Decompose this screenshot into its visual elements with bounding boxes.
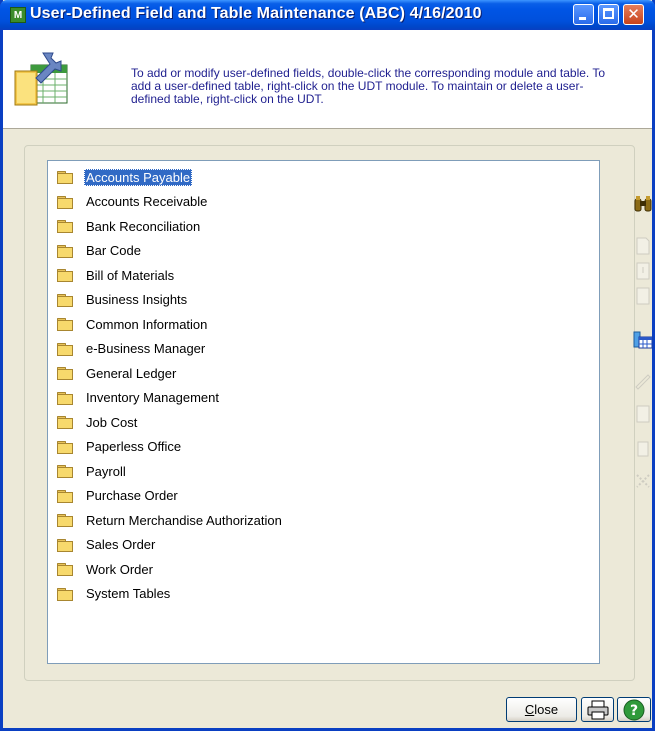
tree-item[interactable]: Return Merchandise Authorization — [57, 510, 284, 530]
tree-item-label: Job Cost — [86, 414, 138, 430]
title-bar[interactable]: M User-Defined Field and Table Maintenan… — [0, 0, 655, 30]
close-button[interactable]: Close — [506, 697, 577, 722]
module-group: Accounts Payable Accounts Receivable Bank … — [24, 145, 653, 681]
maximize-button[interactable] — [598, 4, 619, 25]
folder-icon — [57, 563, 73, 576]
folder-icon — [57, 587, 73, 601]
tree-item-label: Accounts Receivable — [86, 194, 208, 209]
tree-item-label: Bill of Materials — [86, 267, 175, 283]
print-button[interactable] — [581, 697, 614, 722]
folder-icon — [57, 514, 73, 527]
window: M User-Defined Field and Table Maintenan… — [0, 0, 655, 731]
app-icon: M — [10, 7, 26, 23]
disabled-icon — [636, 474, 650, 488]
table-icon[interactable] — [633, 330, 653, 350]
tree-item-label: Bar Code — [86, 243, 141, 258]
tree-item[interactable]: Work Order — [57, 559, 155, 579]
header-panel: To add or modify user-defined fields, do… — [3, 30, 652, 129]
blank-icon — [636, 405, 650, 423]
edit-icon — [635, 374, 651, 390]
binoculars-icon[interactable] — [633, 194, 653, 214]
tree-item[interactable]: e-Business Manager — [57, 339, 207, 359]
minimize-button[interactable] — [573, 4, 594, 25]
tree-item[interactable]: Business Insights — [57, 290, 189, 310]
tree-item[interactable]: System Tables — [57, 584, 172, 604]
tree-item-label: Payroll — [86, 463, 126, 479]
folder-icon — [57, 465, 73, 478]
udf-maintenance-icon — [14, 52, 68, 106]
folder-icon — [57, 416, 73, 429]
tree-item-label: e-Business Manager — [86, 341, 206, 356]
module-tree[interactable]: Accounts Payable Accounts Receivable Bank … — [47, 160, 600, 664]
tree-item-label: Purchase Order — [86, 488, 178, 503]
folder-icon — [57, 171, 73, 184]
tree-item-label: Work Order — [86, 561, 153, 577]
blank2-icon — [637, 441, 649, 457]
tree-item[interactable]: Paperless Office — [57, 437, 183, 457]
window-title: User-Defined Field and Table Maintenance… — [30, 5, 482, 22]
tree-item-label: Bank Reconciliation — [86, 218, 201, 234]
folder-icon — [57, 367, 73, 380]
tree-item[interactable]: Job Cost — [57, 412, 139, 432]
new-icon — [636, 237, 650, 255]
close-window-button[interactable]: ✕ — [623, 4, 644, 25]
folder-icon — [57, 538, 73, 552]
tree-item-label: Sales Order — [86, 537, 156, 552]
add-icon — [636, 262, 650, 280]
folder-icon — [57, 489, 73, 503]
tree-item-label: Paperless Office — [86, 439, 182, 454]
tree-item[interactable]: Bill of Materials — [57, 265, 176, 285]
tree-item-label: Accounts Payable — [84, 168, 193, 186]
maximize-icon — [603, 8, 614, 19]
tree-item[interactable]: Sales Order — [57, 535, 157, 555]
remove-icon — [636, 287, 650, 305]
tree-item-label: Common Information — [86, 316, 208, 332]
tree-item-label: General Ledger — [86, 365, 177, 381]
minimize-icon — [579, 17, 586, 20]
folder-icon — [57, 195, 73, 209]
tree-item-label: System Tables — [86, 586, 171, 601]
folder-icon — [57, 342, 73, 356]
folder-icon — [57, 244, 73, 258]
tree-item[interactable]: General Ledger — [57, 363, 178, 383]
printer-icon — [587, 700, 608, 719]
folder-icon — [57, 293, 73, 307]
tree-item[interactable]: Accounts Payable — [57, 167, 193, 187]
tree-item[interactable]: Bank Reconciliation — [57, 216, 202, 236]
tree-item-label: Inventory Management — [86, 390, 219, 405]
tree-item-label: Business Insights — [86, 292, 188, 307]
folder-icon — [57, 318, 73, 331]
tree-item[interactable]: Common Information — [57, 314, 209, 334]
close-button-label: Close — [524, 702, 559, 717]
folder-icon — [57, 440, 73, 454]
close-icon: ✕ — [627, 5, 640, 23]
tree-item[interactable]: Inventory Management — [57, 388, 221, 408]
folder-icon — [57, 220, 73, 233]
tree-item[interactable]: Purchase Order — [57, 486, 180, 506]
help-icon: ? — [623, 699, 645, 720]
tree-item[interactable]: Bar Code — [57, 241, 143, 261]
tree-item[interactable]: Payroll — [57, 461, 128, 481]
svg-text:?: ? — [630, 703, 638, 719]
tree-item[interactable]: Accounts Receivable — [57, 192, 209, 212]
folder-icon — [57, 391, 73, 405]
help-button[interactable]: ? — [617, 697, 651, 722]
tree-item-label: Return Merchandise Authorization — [86, 512, 282, 528]
folder-icon — [57, 269, 73, 282]
instructions-text: To add or modify user-defined fields, do… — [131, 66, 606, 106]
